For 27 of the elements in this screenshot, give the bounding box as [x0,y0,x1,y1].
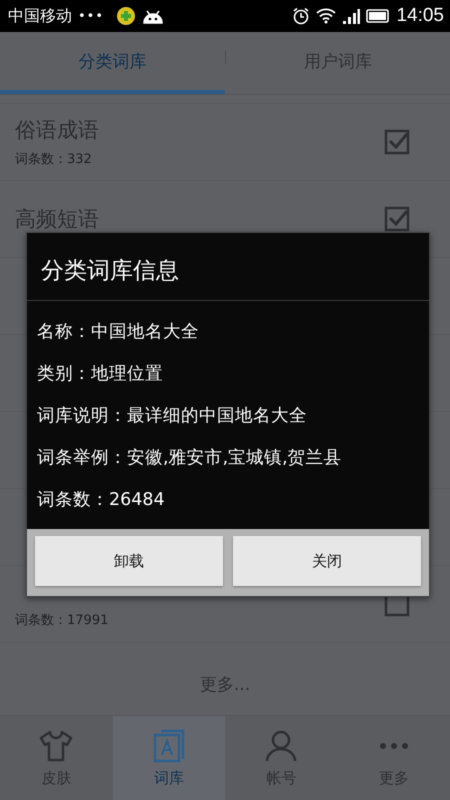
android-icon [142,8,164,24]
dialog-button[interactable]: 关闭 [233,536,421,586]
shirt-icon [38,728,74,762]
info-line: 词库说明：最详细的中国地名大全 [37,405,308,427]
clock-time: 14:05 [396,5,444,27]
info-line: 名称：中国地名大全 [37,321,200,343]
plus-badge-icon [116,6,136,26]
checkbox[interactable] [384,206,410,232]
carrier-name: 中国移动 [8,6,72,26]
battery-icon [366,9,390,23]
tab[interactable]: 分类词库 [0,32,224,94]
person-icon [265,728,298,762]
dictionary-icon [152,728,185,762]
info-line: 类别：地理位置 [37,363,164,385]
nav-tab[interactable]: 词库 [112,716,225,800]
entry-count: 词条数：332 [15,151,93,168]
dialog-button[interactable]: 卸载 [35,536,223,586]
info-line: 词条数：26484 [37,489,166,511]
alarm-icon [292,7,310,25]
notification-dots: ••• [78,8,104,24]
signal-icon [342,8,360,24]
info-line: 词条举例：安徽,雅安市,宝城镇,贺兰县 [37,447,343,469]
wifi-icon [316,8,336,24]
entry-count: 词条数：17991 [15,612,110,628]
checkbox[interactable] [384,129,410,155]
more-icon [378,742,410,748]
dialog-title: 分类词库信息 [27,233,429,301]
